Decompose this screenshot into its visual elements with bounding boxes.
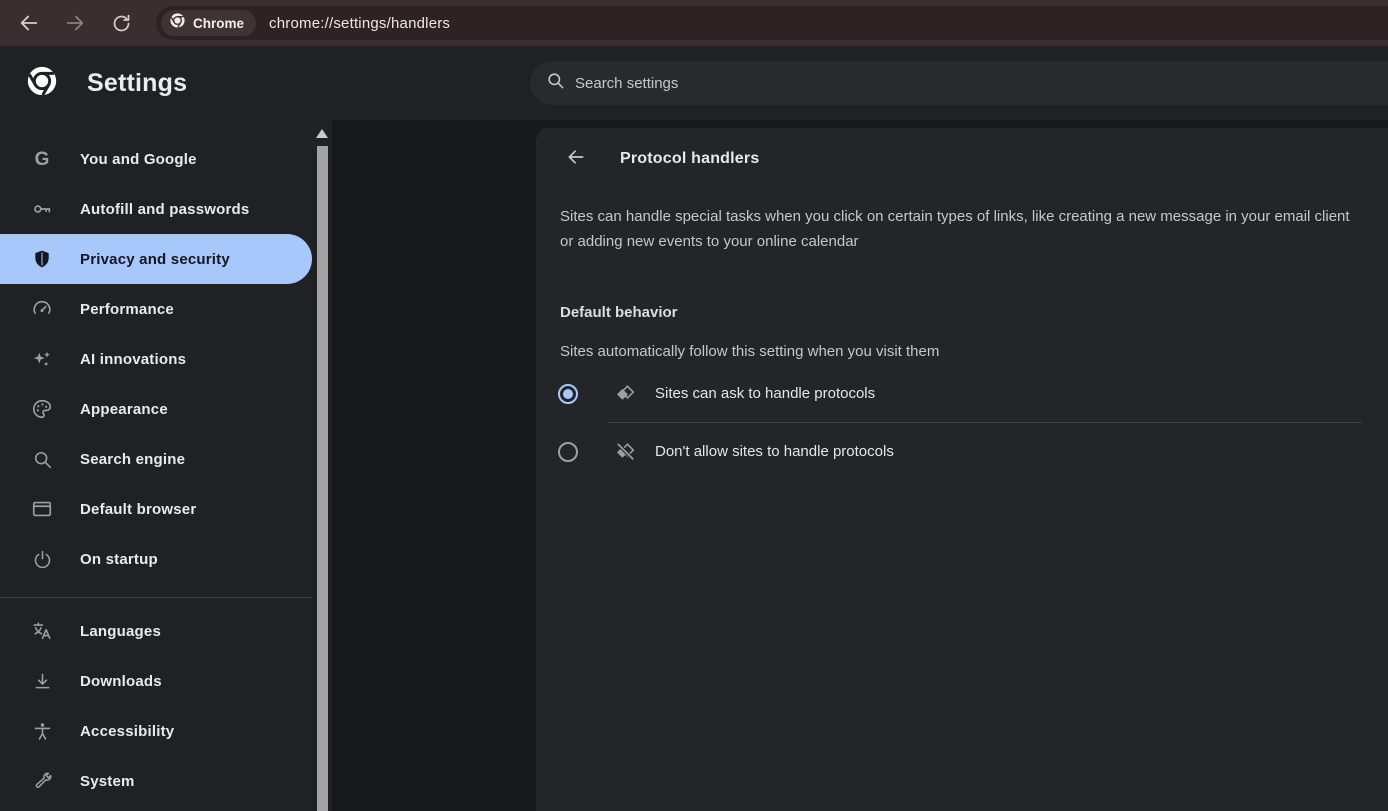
sidebar-item-default-browser[interactable]: Default browser — [0, 484, 312, 534]
option-label: Don't allow sites to handle protocols — [655, 443, 894, 460]
back-arrow-icon — [18, 12, 40, 34]
download-icon — [30, 669, 54, 693]
page-description: Sites can handle special tasks when you … — [560, 204, 1358, 254]
sidebar-item-you-and-google[interactable]: G You and Google — [0, 134, 312, 184]
page-heading-settings: Settings — [87, 69, 187, 98]
sidebar-item-appearance[interactable]: Appearance — [0, 384, 312, 434]
accessibility-person-icon — [30, 719, 54, 743]
sidebar-item-system[interactable]: System — [0, 756, 312, 806]
forward-button[interactable] — [58, 6, 92, 40]
google-g-icon: G — [30, 147, 54, 171]
search-icon — [546, 71, 565, 95]
reload-button[interactable] — [104, 6, 138, 40]
chrome-settings-logo-icon — [25, 64, 59, 103]
back-arrow-icon — [566, 147, 586, 172]
sidebar-item-on-startup[interactable]: On startup — [0, 534, 312, 584]
section-subtitle: Sites automatically follow this setting … — [560, 343, 1388, 360]
option-label: Sites can ask to handle protocols — [655, 385, 875, 402]
settings-sidebar: G You and Google Autofill and passwords … — [0, 120, 312, 811]
content-scrollbar[interactable] — [312, 120, 332, 811]
protocol-handlers-card: Protocol handlers Sites can handle speci… — [536, 128, 1388, 811]
reload-icon — [111, 13, 132, 34]
sidebar-divider — [0, 597, 312, 598]
sparkle-icon — [30, 347, 54, 371]
sidebar-item-performance[interactable]: Performance — [0, 284, 312, 334]
option-dont-allow[interactable]: Don't allow sites to handle protocols — [536, 423, 1388, 480]
browser-toolbar: Chrome chrome://settings/handlers — [0, 0, 1388, 46]
settings-body: G You and Google Autofill and passwords … — [0, 120, 1388, 811]
page-title: Protocol handlers — [620, 150, 759, 168]
url-text: chrome://settings/handlers — [269, 15, 450, 32]
browser-window-icon — [30, 497, 54, 521]
translate-icon — [30, 619, 54, 643]
scrollbar-up-arrow-icon[interactable] — [316, 129, 328, 138]
radio-unselected[interactable] — [558, 442, 578, 462]
back-button[interactable] — [12, 6, 46, 40]
card-header: Protocol handlers — [536, 128, 1388, 174]
content-background: Protocol handlers Sites can handle speci… — [332, 120, 1388, 811]
url-bar[interactable]: Chrome chrome://settings/handlers — [156, 6, 1388, 40]
speedometer-icon — [30, 297, 54, 321]
wrench-icon — [30, 769, 54, 793]
back-to-site-settings-button[interactable] — [558, 141, 594, 177]
key-icon — [30, 197, 54, 221]
settings-header: Settings — [0, 46, 1388, 120]
sidebar-item-languages[interactable]: Languages — [0, 606, 312, 656]
sidebar-item-autofill[interactable]: Autofill and passwords — [0, 184, 312, 234]
sidebar-item-search-engine[interactable]: Search engine — [0, 434, 312, 484]
shield-icon — [30, 247, 54, 271]
sidebar-item-privacy-and-security[interactable]: Privacy and security — [0, 234, 312, 284]
section-title: Default behavior — [560, 304, 1388, 321]
option-sites-can-ask[interactable]: Sites can ask to handle protocols — [536, 365, 1388, 422]
sidebar-item-downloads[interactable]: Downloads — [0, 656, 312, 706]
radio-selected[interactable] — [558, 384, 578, 404]
protocol-handler-icon — [614, 383, 636, 405]
scrollbar-thumb[interactable] — [317, 146, 328, 811]
protocol-handler-blocked-icon — [614, 441, 636, 463]
chrome-site-chip[interactable]: Chrome — [161, 10, 256, 36]
power-icon — [30, 547, 54, 571]
chrome-logo-icon — [169, 12, 186, 34]
magnifier-icon — [30, 447, 54, 471]
palette-icon — [30, 397, 54, 421]
sidebar-item-accessibility[interactable]: Accessibility — [0, 706, 312, 756]
search-settings-field[interactable] — [530, 61, 1388, 105]
forward-arrow-icon — [64, 12, 86, 34]
sidebar-item-ai-innovations[interactable]: AI innovations — [0, 334, 312, 384]
chip-label: Chrome — [193, 16, 244, 31]
search-settings-input[interactable] — [575, 75, 975, 92]
